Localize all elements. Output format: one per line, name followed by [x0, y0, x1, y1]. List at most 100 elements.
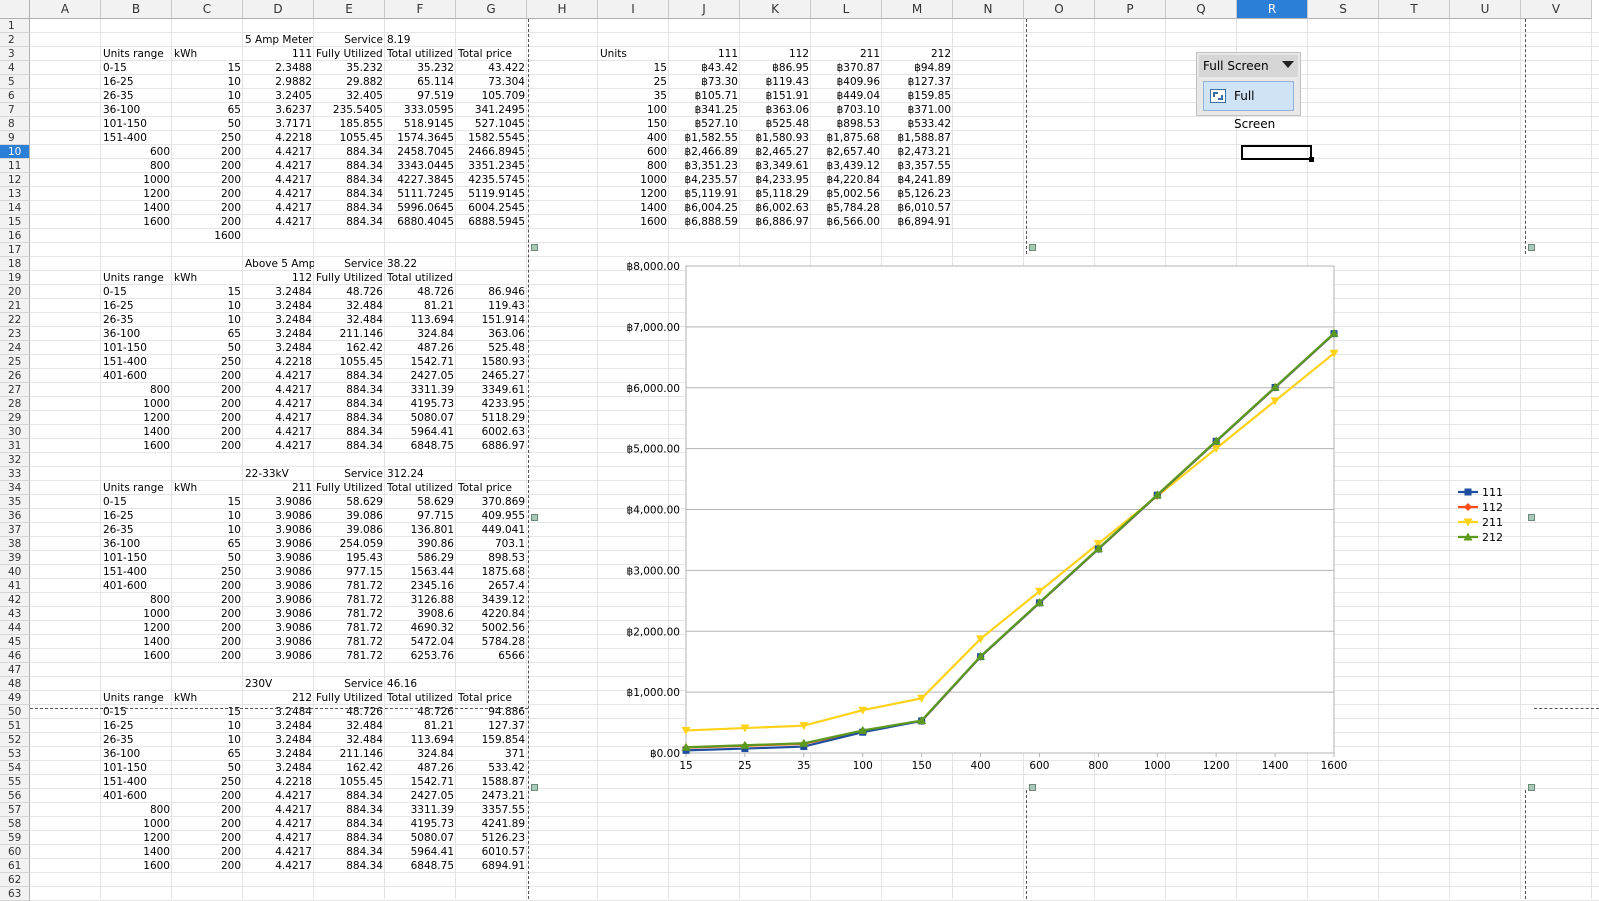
cell-f51[interactable]: 81.21 [385, 719, 456, 733]
cell-d59[interactable]: 4.4217 [243, 831, 314, 845]
cell-b24[interactable]: 101-150 [101, 341, 172, 355]
cell-c6[interactable]: 10 [172, 89, 243, 103]
cell-b20[interactable]: 0-15 [101, 285, 172, 299]
cell-d58[interactable]: 4.4217 [243, 817, 314, 831]
cell-f20[interactable]: 48.726 [385, 285, 456, 299]
cell-k7[interactable]: ฿363.06 [740, 103, 811, 117]
cell-c13[interactable]: 200 [172, 187, 243, 201]
cell-g11[interactable]: 3351.2345 [456, 159, 527, 173]
cell-f48[interactable]: 46.16 [385, 677, 456, 691]
row-header-31[interactable]: 31 [0, 439, 30, 453]
cell-l9[interactable]: ฿1,875.68 [811, 131, 882, 145]
column-header-t[interactable]: T [1379, 0, 1450, 19]
cell-m13[interactable]: ฿5,126.23 [882, 187, 953, 201]
cell-b45[interactable]: 1400 [101, 635, 172, 649]
select-all-corner[interactable] [0, 0, 30, 19]
cell-j4[interactable]: ฿43.42 [669, 61, 740, 75]
cell-d13[interactable]: 4.4217 [243, 187, 314, 201]
cell-b38[interactable]: 36-100 [101, 537, 172, 551]
cell-l6[interactable]: ฿449.04 [811, 89, 882, 103]
row-header-61[interactable]: 61 [0, 859, 30, 873]
cell-c29[interactable]: 200 [172, 411, 243, 425]
cell-d5[interactable]: 2.9882 [243, 75, 314, 89]
cell-f56[interactable]: 2427.05 [385, 789, 456, 803]
cell-d21[interactable]: 3.2484 [243, 299, 314, 313]
cell-c42[interactable]: 200 [172, 593, 243, 607]
row-header-39[interactable]: 39 [0, 551, 30, 565]
cell-g49[interactable]: Total price [456, 691, 527, 705]
row-header-58[interactable]: 58 [0, 817, 30, 831]
cell-g20[interactable]: 86.946 [456, 285, 527, 299]
cell-d34[interactable]: 211 [243, 481, 314, 495]
cell-e44[interactable]: 781.72 [314, 621, 385, 635]
cell-k15[interactable]: ฿6,886.97 [740, 215, 811, 229]
cell-j6[interactable]: ฿105.71 [669, 89, 740, 103]
row-header-10[interactable]: 10 [0, 145, 30, 159]
chart-handle[interactable] [1528, 784, 1535, 791]
cell-d29[interactable]: 4.4217 [243, 411, 314, 425]
cell-c52[interactable]: 10 [172, 733, 243, 747]
row-header-34[interactable]: 34 [0, 481, 30, 495]
cell-d10[interactable]: 4.4217 [243, 145, 314, 159]
row-header-57[interactable]: 57 [0, 803, 30, 817]
cell-e28[interactable]: 884.34 [314, 397, 385, 411]
cell-f49[interactable]: Total utilized [385, 691, 456, 705]
cell-d37[interactable]: 3.9086 [243, 523, 314, 537]
cell-f13[interactable]: 5111.7245 [385, 187, 456, 201]
cell-f12[interactable]: 4227.3845 [385, 173, 456, 187]
cell-g3[interactable]: Total price [456, 47, 527, 61]
line-chart[interactable]: ฿0.00 ฿1,000.00 ฿2,000.00 ฿3,000.00 ฿4,000.0… [534, 250, 1534, 798]
cell-i6[interactable]: 35 [598, 89, 669, 103]
chart-handle[interactable] [531, 514, 538, 521]
cell-b36[interactable]: 16-25 [101, 509, 172, 523]
column-header-b[interactable]: B [101, 0, 172, 19]
cell-c4[interactable]: 15 [172, 61, 243, 75]
row-header-14[interactable]: 14 [0, 201, 30, 215]
cell-e53[interactable]: 211.146 [314, 747, 385, 761]
row-header-19[interactable]: 19 [0, 271, 30, 285]
row-header-41[interactable]: 41 [0, 579, 30, 593]
cell-d2[interactable]: 5 Amp Meter [243, 33, 314, 47]
cell-f15[interactable]: 6880.4045 [385, 215, 456, 229]
cell-k12[interactable]: ฿4,233.95 [740, 173, 811, 187]
cell-b25[interactable]: 151-400 [101, 355, 172, 369]
cell-g26[interactable]: 2465.27 [456, 369, 527, 383]
row-header-44[interactable]: 44 [0, 621, 30, 635]
cell-f61[interactable]: 6848.75 [385, 859, 456, 873]
cell-c11[interactable]: 200 [172, 159, 243, 173]
cell-f36[interactable]: 97.715 [385, 509, 456, 523]
cell-c54[interactable]: 50 [172, 761, 243, 775]
cell-e2[interactable]: Service [314, 33, 385, 47]
cell-f58[interactable]: 4195.73 [385, 817, 456, 831]
row-header-46[interactable]: 46 [0, 649, 30, 663]
cell-e36[interactable]: 39.086 [314, 509, 385, 523]
cell-g27[interactable]: 3349.61 [456, 383, 527, 397]
cell-c45[interactable]: 200 [172, 635, 243, 649]
cell-g14[interactable]: 6004.2545 [456, 201, 527, 215]
cell-b40[interactable]: 151-400 [101, 565, 172, 579]
cell-d38[interactable]: 3.9086 [243, 537, 314, 551]
cell-f42[interactable]: 3126.88 [385, 593, 456, 607]
cell-e19[interactable]: Fully Utilized [314, 271, 385, 285]
cell-e6[interactable]: 32.405 [314, 89, 385, 103]
chart-handle[interactable] [1029, 244, 1036, 251]
cell-f8[interactable]: 518.9145 [385, 117, 456, 131]
row-header-12[interactable]: 12 [0, 173, 30, 187]
cell-g53[interactable]: 371 [456, 747, 527, 761]
row-header-6[interactable]: 6 [0, 89, 30, 103]
chart-handle[interactable] [1029, 784, 1036, 791]
row-header-30[interactable]: 30 [0, 425, 30, 439]
row-header-22[interactable]: 22 [0, 313, 30, 327]
cell-e30[interactable]: 884.34 [314, 425, 385, 439]
cell-b3[interactable]: Units range [101, 47, 172, 61]
row-header-37[interactable]: 37 [0, 523, 30, 537]
cell-b46[interactable]: 1600 [101, 649, 172, 663]
cell-b58[interactable]: 1000 [101, 817, 172, 831]
cell-e41[interactable]: 781.72 [314, 579, 385, 593]
row-header-43[interactable]: 43 [0, 607, 30, 621]
chart-handle[interactable] [1528, 244, 1535, 251]
column-header-q[interactable]: Q [1166, 0, 1237, 19]
column-header-a[interactable]: A [30, 0, 101, 19]
row-header-47[interactable]: 47 [0, 663, 30, 677]
row-header-32[interactable]: 32 [0, 453, 30, 467]
